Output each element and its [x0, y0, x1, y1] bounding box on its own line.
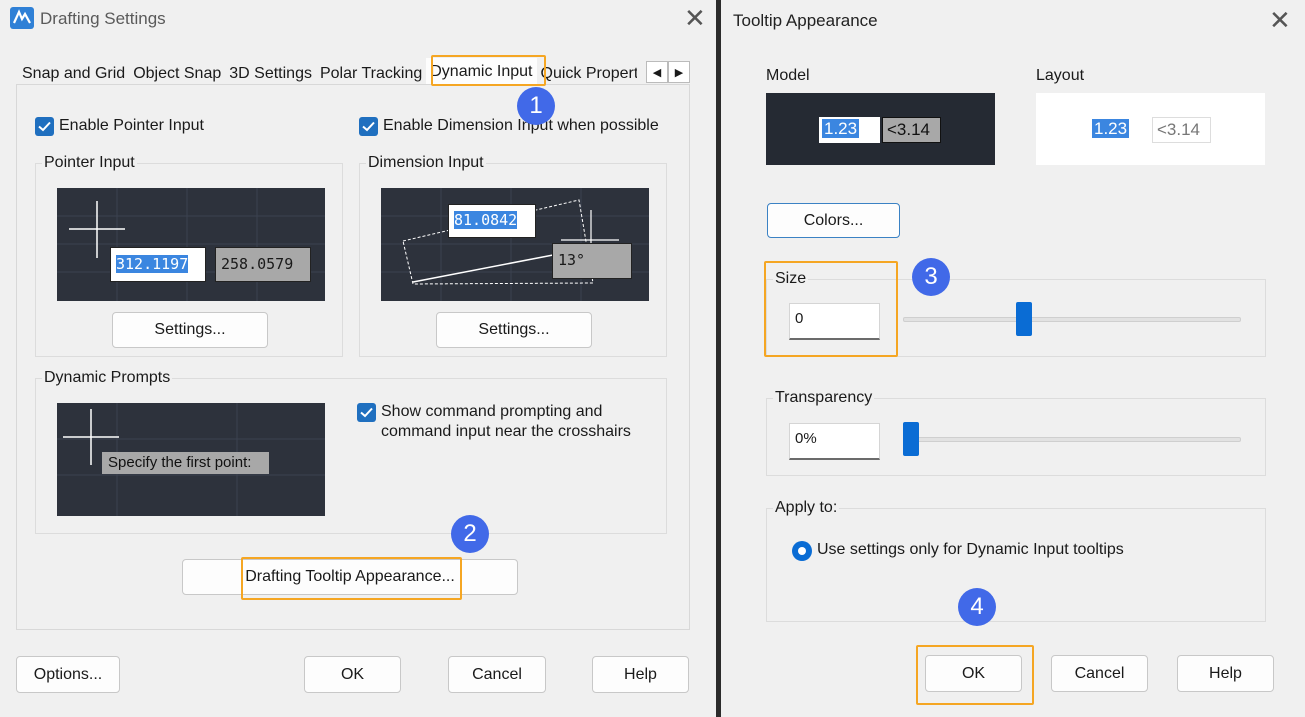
enable-dimension-input-label: Enable Dimension Input when possible	[383, 117, 659, 134]
dimension-input-label: Dimension Input	[366, 154, 486, 172]
tab-dynamic-input[interactable]: Dynamic Input	[426, 58, 537, 86]
dimension-settings-button[interactable]: Settings...	[436, 312, 592, 348]
tab-snap-and-grid[interactable]: Snap and Grid	[18, 60, 129, 86]
apply-option-radio[interactable]	[792, 541, 812, 561]
close-icon[interactable]: ✕	[1269, 8, 1291, 34]
pointer-y-field: 258.0579	[215, 247, 311, 282]
dimension-input-preview: 81.0842 13°	[381, 188, 649, 301]
tab-3d-settings[interactable]: 3D Settings	[225, 60, 316, 86]
drafting-settings-window: Drafting Settings ✕ Snap and Grid Object…	[0, 0, 716, 717]
cancel-button[interactable]: Cancel	[448, 656, 546, 693]
show-command-prompting-line1: Show command prompting and	[381, 403, 603, 420]
dimension-angle-field: 13°	[552, 243, 632, 279]
enable-pointer-input-checkbox[interactable]	[35, 117, 54, 136]
pointer-input-preview: 312.1197 258.0579	[57, 188, 325, 301]
app-logo-icon	[10, 7, 34, 29]
colors-button[interactable]: Colors...	[767, 203, 900, 238]
dynamic-prompts-label: Dynamic Prompts	[42, 369, 173, 387]
enable-pointer-input-label: Enable Pointer Input	[59, 117, 204, 134]
layout-value-field: 1.23	[1089, 117, 1150, 143]
show-command-prompting-label: Show command prompting and command input…	[381, 402, 631, 442]
model-value: 1.23	[822, 119, 860, 138]
step-badge-3: 3	[912, 258, 950, 296]
dynamic-prompts-preview: Specify the first point:	[57, 403, 325, 516]
pointer-x-value: 312.1197	[116, 255, 189, 273]
transparency-slider-track[interactable]	[903, 437, 1241, 442]
pointer-x-field: 312.1197	[110, 247, 206, 282]
help-button[interactable]: Help	[592, 656, 689, 693]
checkmark-icon	[360, 407, 373, 418]
tab-strip: Snap and Grid Object Snap 3D Settings Po…	[16, 58, 637, 86]
window-title: Tooltip Appearance	[733, 11, 878, 30]
show-command-prompting-checkbox[interactable]	[357, 403, 376, 422]
dimension-length-value: 81.0842	[454, 211, 518, 229]
transparency-input[interactable]: 0%	[789, 423, 880, 460]
drafting-tooltip-appearance-button[interactable]: Drafting Tooltip Appearance...	[182, 559, 518, 595]
transparency-label: Transparency	[773, 389, 875, 407]
tab-polar-tracking[interactable]: Polar Tracking	[316, 60, 426, 86]
apply-to-label: Apply to:	[773, 499, 840, 517]
layout-label: Layout	[1036, 67, 1085, 84]
scroll-right-icon[interactable]: ▶	[668, 61, 690, 83]
enable-dimension-input-checkbox[interactable]	[359, 117, 378, 136]
step-badge-1: 1	[517, 87, 555, 125]
tab-quick-properties[interactable]: Quick Propert	[537, 60, 637, 86]
size-slider-track[interactable]	[903, 317, 1241, 322]
size-label: Size	[773, 270, 809, 288]
model-preview: 1.23 <3.14	[766, 93, 995, 165]
transparency-slider-thumb[interactable]	[903, 422, 919, 456]
dimension-length-field: 81.0842	[448, 204, 536, 238]
checkmark-icon	[362, 121, 375, 132]
model-angle: <3.14	[882, 117, 941, 143]
pointer-input-label: Pointer Input	[42, 154, 137, 172]
options-button[interactable]: Options...	[16, 656, 120, 693]
step-badge-4: 4	[958, 588, 996, 626]
layout-angle: <3.14	[1152, 117, 1211, 143]
show-command-prompting-line2: command input near the crosshairs	[381, 423, 631, 440]
layout-preview: 1.23 <3.14	[1036, 93, 1265, 165]
scroll-left-icon[interactable]: ◀	[646, 61, 668, 83]
cancel-button[interactable]: Cancel	[1051, 655, 1148, 692]
prompt-tooltip: Specify the first point:	[102, 452, 269, 474]
model-value-field: 1.23	[819, 117, 880, 143]
pointer-settings-button[interactable]: Settings...	[112, 312, 268, 348]
size-slider-thumb[interactable]	[1015, 302, 1032, 336]
window-title: Drafting Settings	[40, 9, 166, 28]
close-icon[interactable]: ✕	[684, 6, 706, 32]
tooltip-appearance-window: Tooltip Appearance ✕ Model Layout 1.23 <…	[721, 0, 1305, 717]
tab-object-snap[interactable]: Object Snap	[129, 60, 225, 86]
ok-button[interactable]: OK	[925, 655, 1022, 692]
apply-option-label: Use settings only for Dynamic Input tool…	[817, 541, 1124, 558]
help-button[interactable]: Help	[1177, 655, 1274, 692]
model-label: Model	[766, 67, 810, 84]
checkmark-icon	[38, 121, 51, 132]
radio-dot	[798, 547, 806, 555]
apply-to-group	[766, 508, 1266, 622]
layout-value: 1.23	[1092, 119, 1130, 138]
ok-button[interactable]: OK	[304, 656, 401, 693]
size-input[interactable]: 0	[789, 303, 880, 340]
step-badge-2: 2	[451, 515, 489, 553]
